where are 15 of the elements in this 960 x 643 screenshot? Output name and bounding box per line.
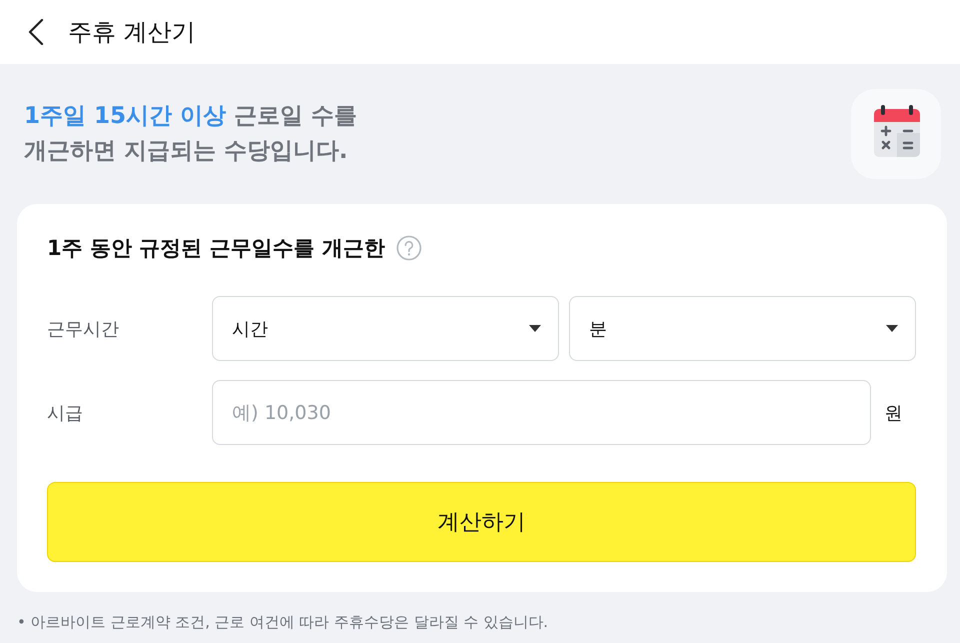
card-title: 1주 동안 규정된 근무일수를 개근한 — [47, 235, 385, 262]
back-icon[interactable] — [28, 19, 44, 45]
intro-text: 1주일 15시간 이상 근로일 수를 개근하면 지급되는 수당입니다. — [24, 102, 358, 166]
footnote-text: • 아르바이트 근로계약 조건, 근로 여건에 따라 주휴수당은 달라질 수 있습니다. — [17, 612, 548, 632]
hourly-wage-label: 시급 — [47, 402, 84, 424]
dropdown-select[interactable]: 분 — [569, 296, 916, 361]
caret-icon — [886, 325, 898, 332]
currency-unit: 원 — [884, 402, 904, 424]
page-title: 주휴 계산기 — [68, 17, 196, 48]
calendar-calculator-icon — [851, 89, 941, 179]
caret-icon — [529, 325, 541, 332]
dropdown-select[interactable]: 시간 — [212, 296, 559, 361]
calculate-button[interactable]: 계산하기 — [47, 482, 916, 562]
work-time-label: 근무시간 — [47, 318, 120, 340]
hourly-wage-input[interactable]: 예) 10,030 — [212, 380, 871, 445]
